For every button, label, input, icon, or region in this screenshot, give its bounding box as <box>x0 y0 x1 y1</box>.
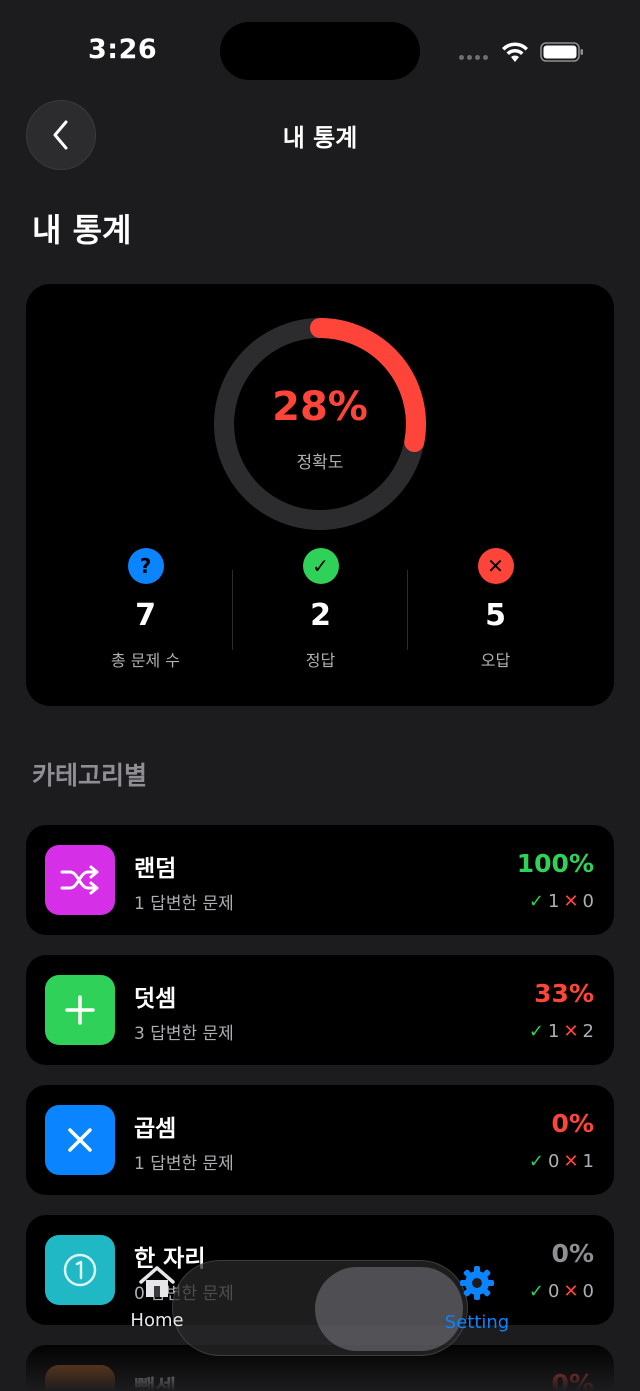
tab-setting-label: Setting <box>444 1312 510 1333</box>
wifi-icon <box>502 42 528 62</box>
tab-home[interactable]: Home <box>97 1264 217 1331</box>
accuracy-label: 정확도 <box>296 453 344 473</box>
category-percent: 0% <box>551 1109 594 1138</box>
category-correct-count: 1 <box>548 891 560 912</box>
category-icon-box <box>45 845 115 915</box>
xmark-icon: ✕ <box>563 1021 579 1042</box>
category-counts: ✓ 0 ✕ 1 <box>529 1151 594 1172</box>
dynamic-island <box>220 22 420 80</box>
section-title-category: 카테고리별 <box>32 761 148 790</box>
category-correct-count: 1 <box>548 1021 560 1042</box>
category-wrong-count: 1 <box>582 1151 594 1172</box>
category-name: 곱셈 <box>134 1116 177 1142</box>
battery-icon <box>540 42 583 62</box>
category-percent: 100% <box>516 849 594 878</box>
stat-correct-label: 정답 <box>305 651 336 670</box>
stats-summary-card: 28% 정확도 ? 7 총 문제 수 ✓ 2 정답 ✕ 5 오답 <box>26 284 614 706</box>
category-wrong-count: 2 <box>582 1021 594 1042</box>
category-row-multiplication[interactable]: 곱셈 1 답변한 문제 0% ✓ 0 ✕ 1 <box>26 1085 614 1195</box>
status-bar: 3:26 <box>0 0 640 100</box>
category-name: 덧셈 <box>134 986 177 1012</box>
category-wrong-count: 0 <box>582 891 594 912</box>
cellular-signal-icon <box>459 55 488 60</box>
xmark-icon: ✕ <box>477 548 514 584</box>
multiply-icon <box>68 1128 92 1152</box>
stat-wrong-label: 오답 <box>480 651 511 670</box>
page-title: 내 통계 <box>32 211 132 249</box>
stat-total-label: 총 문제 수 <box>110 651 181 670</box>
category-percent: 33% <box>534 979 594 1008</box>
tab-setting[interactable]: Setting <box>417 1264 537 1333</box>
tab-home-label: Home <box>130 1310 184 1331</box>
stat-correct: ✓ 2 정답 <box>233 548 408 671</box>
accuracy-percent: 28% <box>272 384 368 430</box>
category-icon-box <box>45 975 115 1045</box>
category-counts: ✓ 1 ✕ 2 <box>529 1021 594 1042</box>
home-icon <box>139 1266 175 1297</box>
stat-wrong-value: 5 <box>485 598 506 633</box>
checkmark-icon: ✓ <box>528 1151 544 1172</box>
stat-total-value: 7 <box>135 598 156 633</box>
category-row-random[interactable]: 랜덤 1 답변한 문제 100% ✓ 1 ✕ 0 <box>26 825 614 935</box>
xmark-icon: ✕ <box>563 891 579 912</box>
category-answered: 1 답변한 문제 <box>134 894 234 914</box>
category-answered: 1 답변한 문제 <box>134 1154 234 1174</box>
checkmark-icon: ✓ <box>528 891 544 912</box>
category-name: 랜덤 <box>134 856 177 882</box>
status-time: 3:26 <box>88 34 158 65</box>
category-counts: ✓ 1 ✕ 0 <box>529 891 594 912</box>
checkmark-icon: ✓ <box>528 1021 544 1042</box>
category-row-addition[interactable]: 덧셈 3 답변한 문제 33% ✓ 1 ✕ 2 <box>26 955 614 1065</box>
plus-icon <box>65 995 95 1025</box>
nav-title: 내 통계 <box>282 124 358 152</box>
stat-correct-value: 2 <box>310 598 331 633</box>
category-icon-box <box>45 1105 115 1175</box>
stat-total: ? 7 총 문제 수 <box>58 548 233 671</box>
stat-wrong: ✕ 5 오답 <box>408 548 583 671</box>
category-correct-count: 0 <box>548 1151 560 1172</box>
shuffle-icon <box>60 865 99 895</box>
tab-bar: Home Setting <box>0 1230 640 1391</box>
category-answered: 3 답변한 문제 <box>134 1024 234 1044</box>
xmark-icon: ✕ <box>563 1151 579 1172</box>
checkmark-icon: ✓ <box>302 548 339 584</box>
gear-icon <box>460 1266 494 1300</box>
question-icon: ? <box>127 548 164 584</box>
